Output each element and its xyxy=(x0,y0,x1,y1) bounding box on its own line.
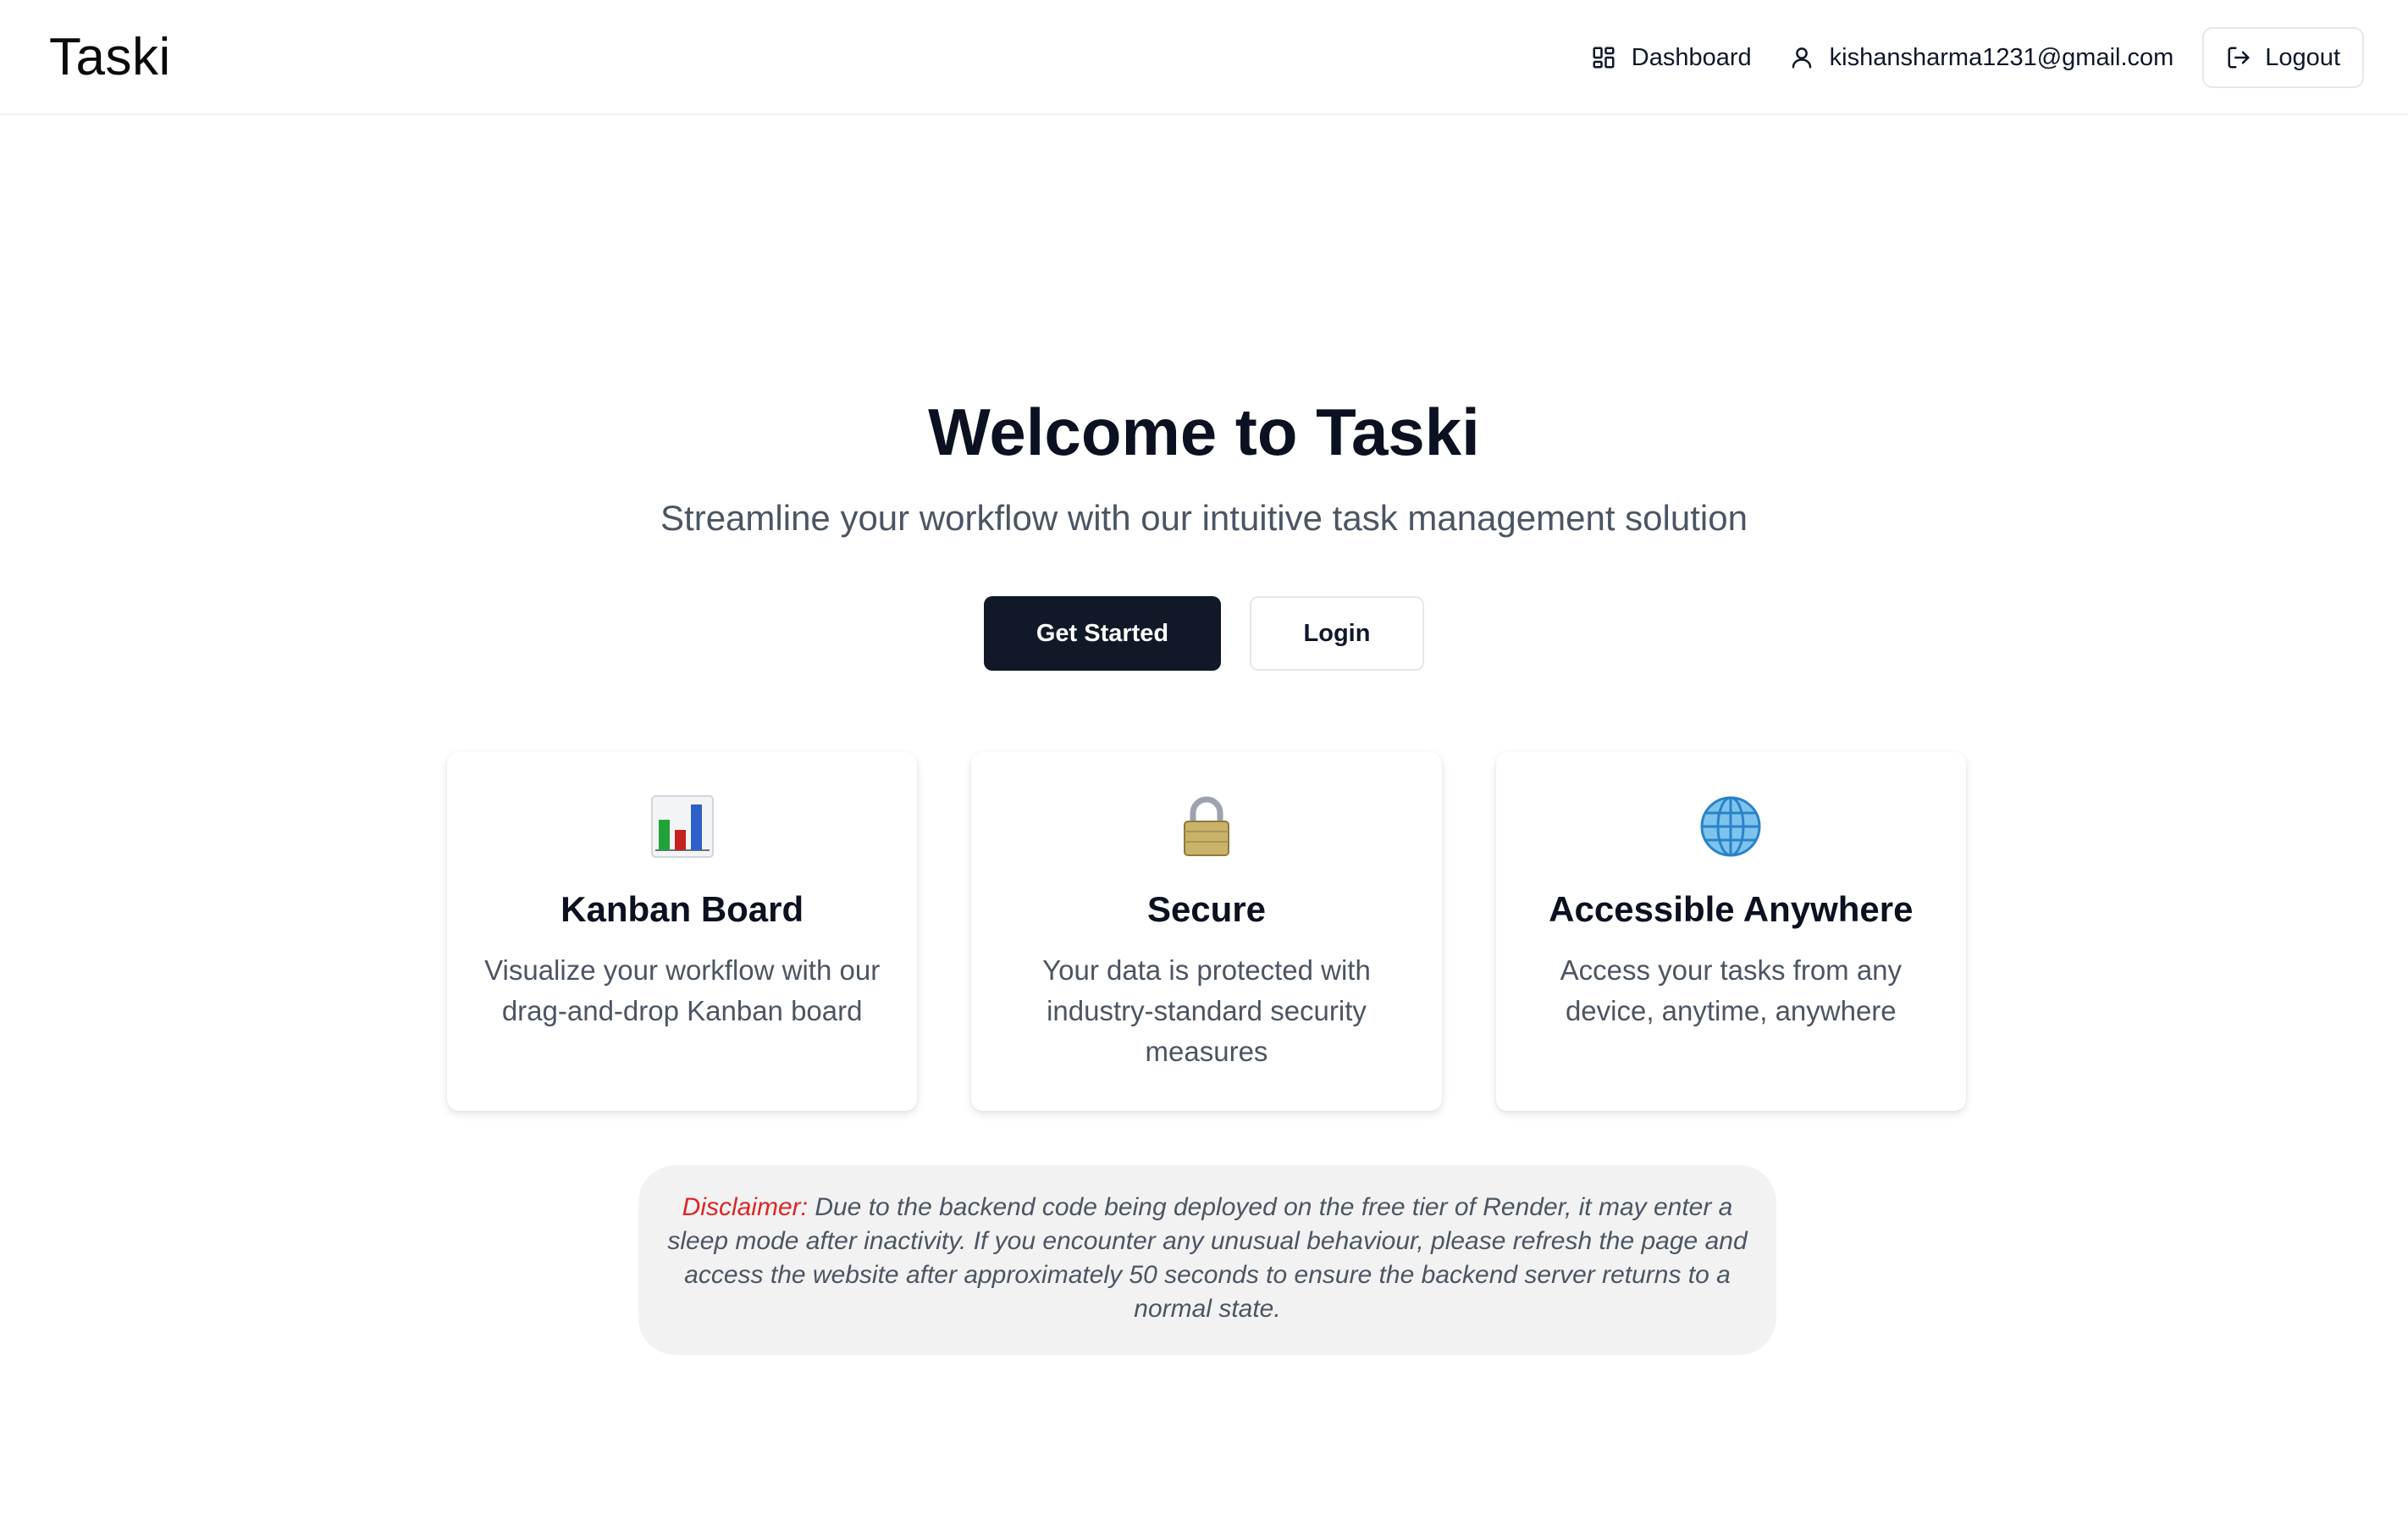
globe-icon xyxy=(1700,796,1761,857)
feature-title: Secure xyxy=(1146,889,1267,929)
feature-description: Your data is protected with industry-sta… xyxy=(1042,954,1371,1067)
logout-label: Logout xyxy=(2265,43,2340,71)
logout-button[interactable]: Logout xyxy=(2202,27,2364,88)
feature-description: Access your tasks from any device, anyti… xyxy=(1560,954,1903,1026)
hero-subtitle: Streamline your workflow with our intuit… xyxy=(660,498,1748,538)
nav-menu: Dashboard kishansharma1231@gmail.com Log… xyxy=(1572,27,2364,88)
disclaimer-box: Disclaimer: Due to the backend code bein… xyxy=(638,1165,1776,1355)
disclaimer-label: Disclaimer: xyxy=(682,1193,808,1221)
get-started-button[interactable]: Get Started xyxy=(984,596,1221,671)
top-navbar: Taski Dashboard kishansharma1231@gmail.c… xyxy=(0,0,2408,115)
feature-card-kanban: Kanban Board Visualize your workflow wit… xyxy=(447,752,918,1111)
user-email: kishansharma1231@gmail.com xyxy=(1829,43,2174,71)
lock-icon xyxy=(1183,796,1229,856)
nav-dashboard-label: Dashboard xyxy=(1631,43,1752,71)
feature-card-secure: Secure Your data is protected with indus… xyxy=(971,752,1442,1111)
disclaimer-text: Due to the backend code being deployed o… xyxy=(667,1193,1748,1323)
features-section: Kanban Board Visualize your workflow wit… xyxy=(447,752,1966,1111)
hero-actions: Get Started Login xyxy=(0,596,2408,671)
brand-logo[interactable]: Taski xyxy=(49,22,171,93)
feature-card-accessible: Accessible Anywhere Access your tasks fr… xyxy=(1495,752,1966,1111)
feature-title: Kanban Board xyxy=(561,889,804,929)
logout-icon xyxy=(2228,47,2250,69)
nav-user-profile[interactable]: kishansharma1231@gmail.com xyxy=(1770,27,2193,88)
nav-dashboard-link[interactable]: Dashboard xyxy=(1572,27,1770,88)
hero-title: Welcome to Taski xyxy=(928,395,1480,469)
feature-description: Visualize your workflow with our drag-an… xyxy=(484,954,881,1026)
login-button[interactable]: Login xyxy=(1250,596,1424,671)
dashboard-icon xyxy=(1593,47,1615,69)
user-icon xyxy=(1792,47,1811,69)
feature-title: Accessible Anywhere xyxy=(1549,889,1914,929)
bar-chart-icon xyxy=(650,795,714,858)
